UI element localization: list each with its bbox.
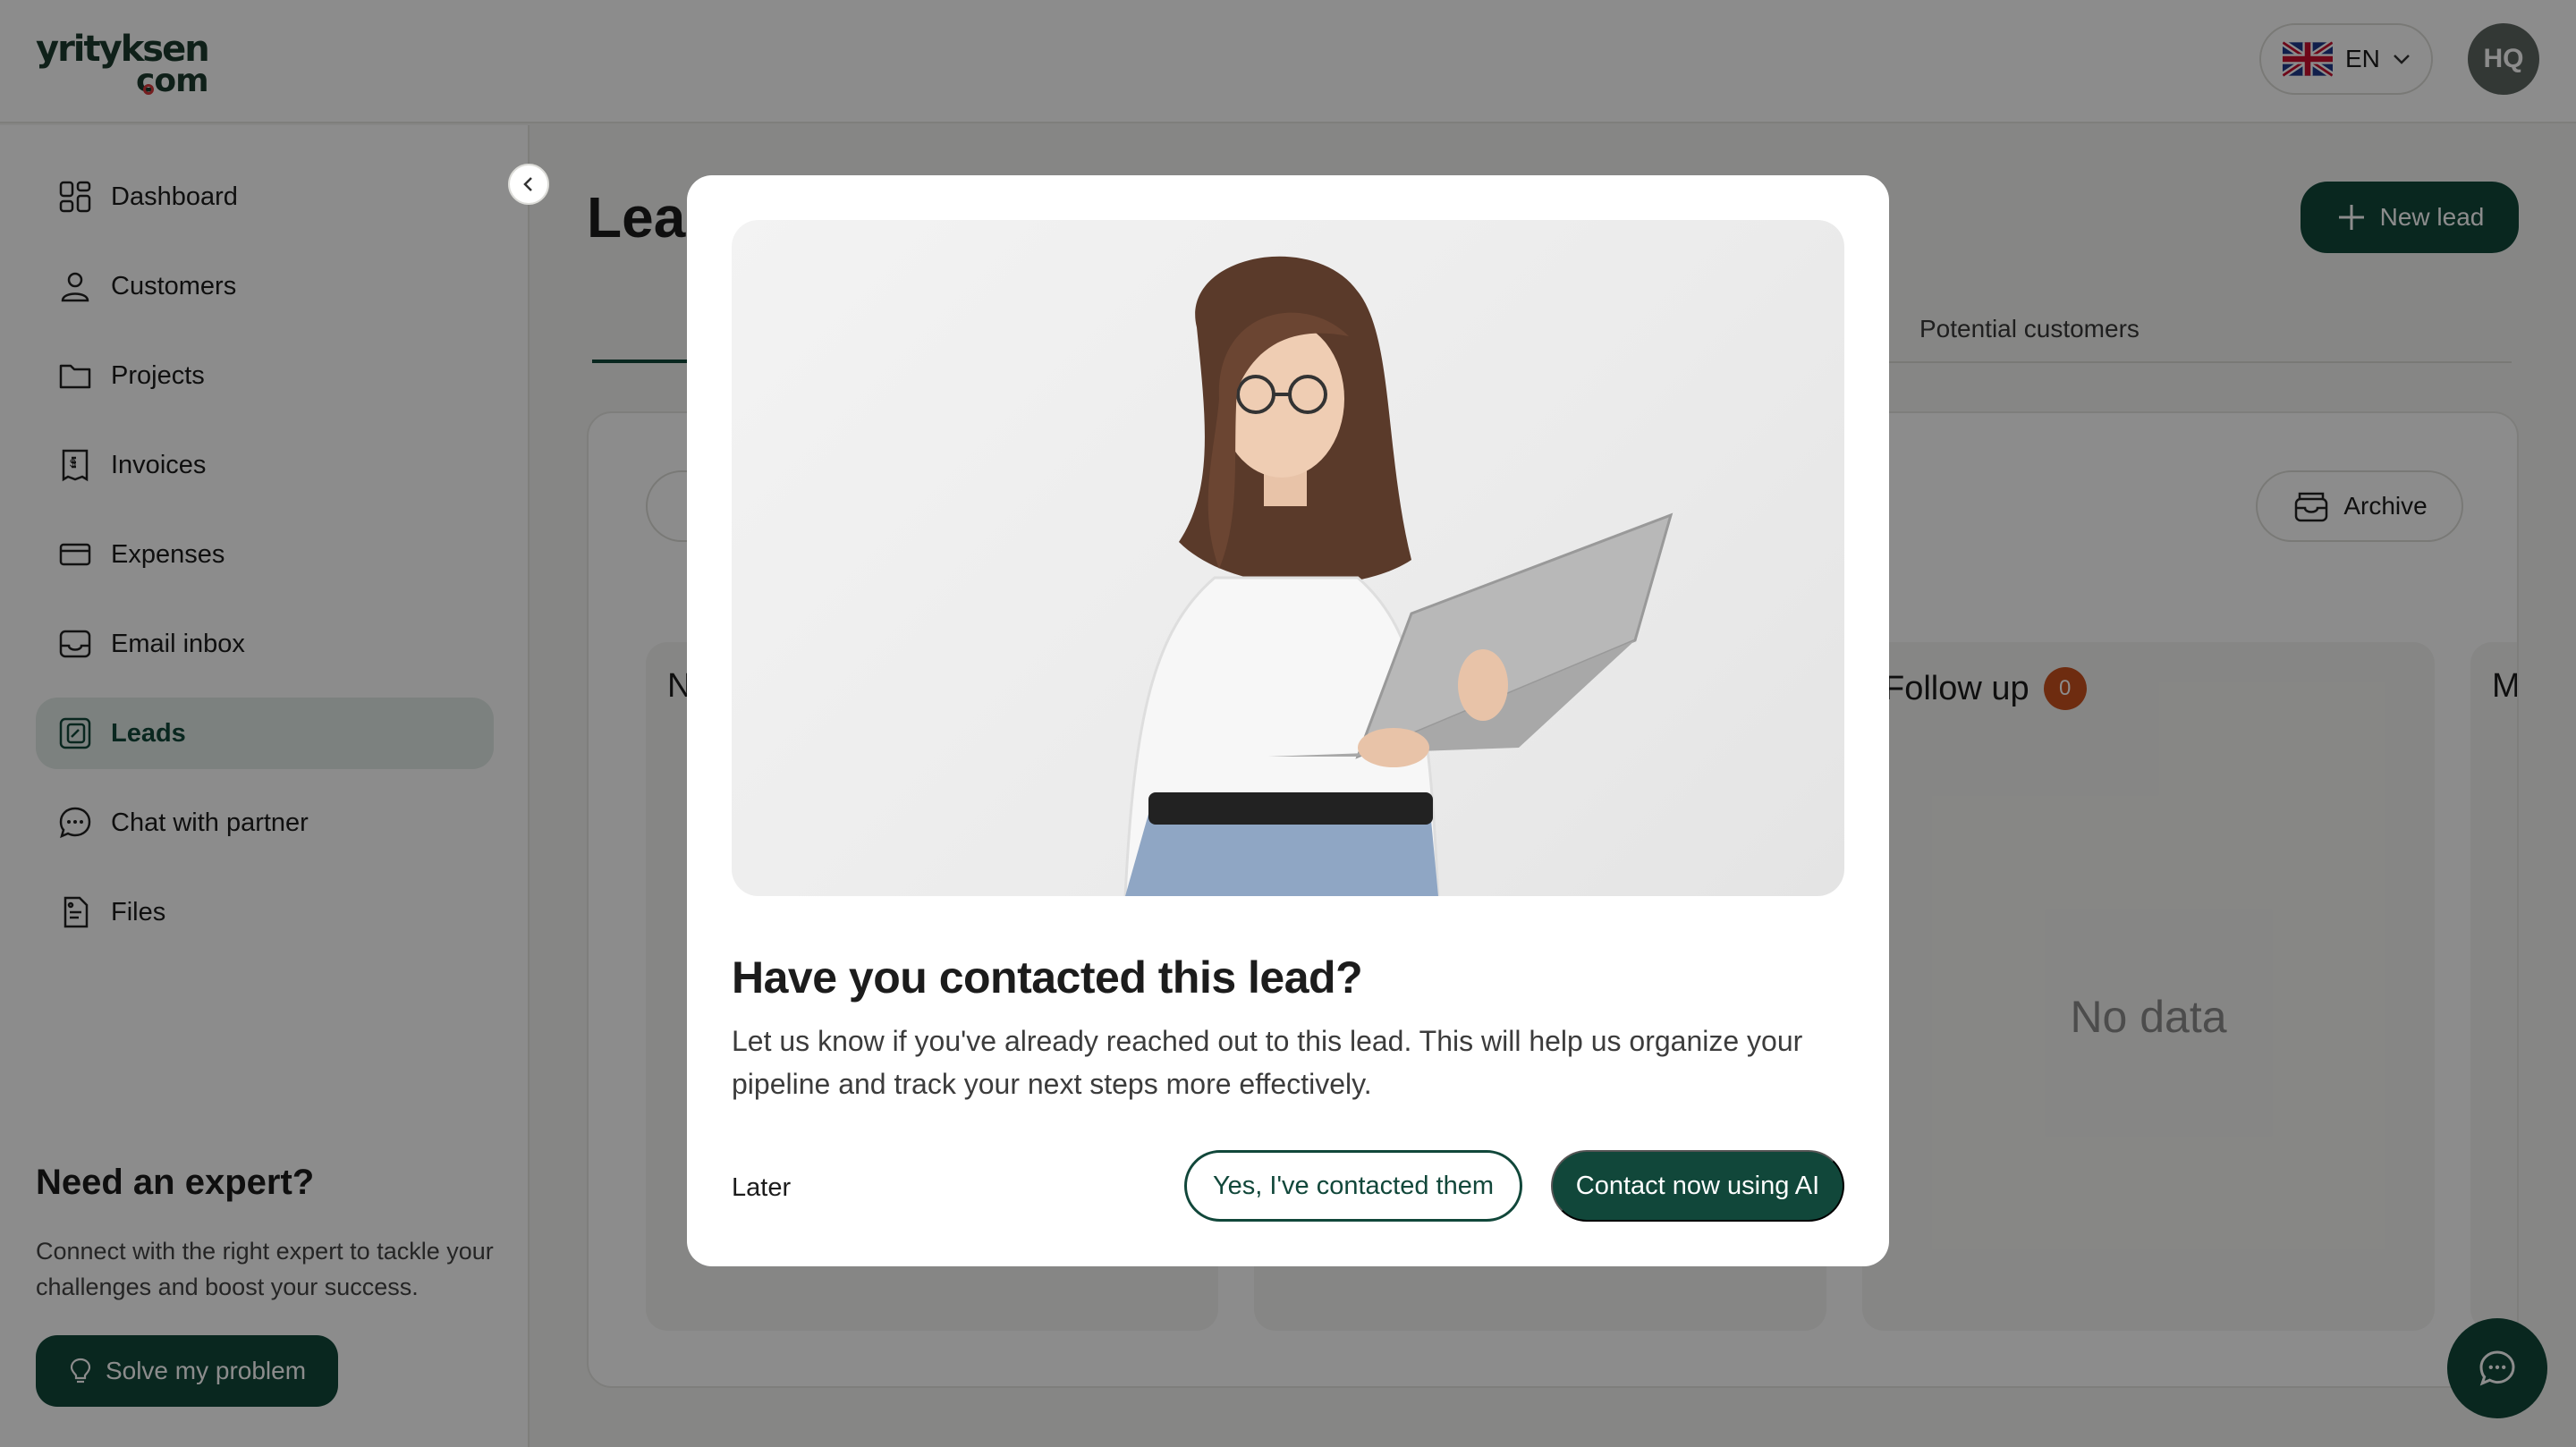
contacted-lead-modal: Have you contacted this lead? Let us kno… — [687, 175, 1889, 1266]
contact-now-ai-button[interactable]: Contact now using AI — [1551, 1150, 1844, 1222]
modal-title: Have you contacted this lead? — [732, 952, 1363, 1003]
hero-image — [732, 220, 1844, 896]
later-button[interactable]: Later — [732, 1152, 791, 1223]
yes-contacted-button[interactable]: Yes, I've contacted them — [1184, 1150, 1522, 1222]
chevron-left-icon — [523, 177, 532, 191]
woman-with-laptop-illustration — [1123, 256, 1674, 896]
collapse-sidebar-button[interactable] — [508, 164, 549, 205]
modal-description: Let us know if you've already reached ou… — [732, 1025, 1803, 1100]
